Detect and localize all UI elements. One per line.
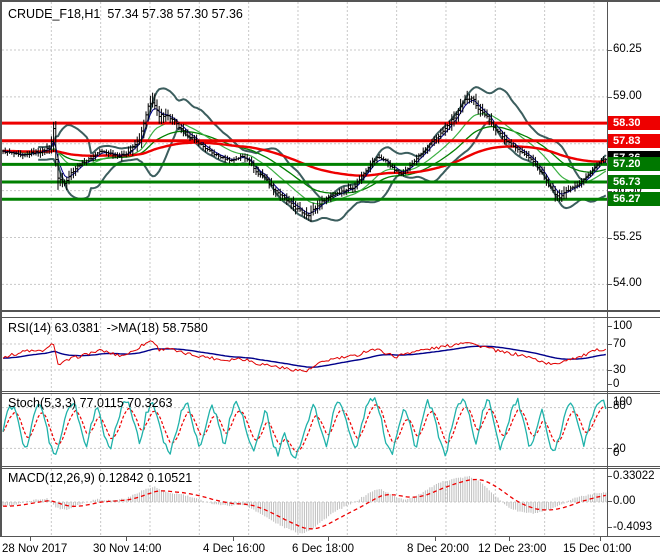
symbol-ohlc-label: CRUDE_F18,H1 57.34 57.38 57.30 57.36 [8, 7, 243, 21]
scale-tick-mark [607, 50, 612, 51]
chart-window: CRUDE_F18,H1 57.34 57.38 57.30 57.36 RSI… [0, 0, 660, 560]
price-tick-label: 54.00 [613, 277, 642, 289]
scale-tick-mark [607, 407, 612, 408]
support-level-badge: 56.27 [608, 192, 660, 206]
main-price-chart[interactable] [2, 2, 607, 310]
time-label: 15 Dec 01:00 [563, 543, 631, 555]
panel-separator[interactable] [0, 391, 660, 392]
rsi-label: RSI(14) 63.0381 ->MA(18) 58.7580 [8, 321, 208, 335]
resistance-level-badge: 57.83 [608, 134, 660, 148]
scale-tick-mark [607, 97, 612, 98]
scale-tick-mark [607, 344, 612, 345]
rsi-tick-label: 100 [613, 320, 632, 332]
macd-label: MACD(12,26,9) 0.12842 0.10521 [8, 471, 192, 485]
time-tick-mark [30, 537, 31, 541]
panel-separator[interactable] [0, 393, 660, 394]
scale-tick-mark [607, 501, 612, 502]
price-tick-label: 55.25 [613, 231, 642, 243]
price-scale-border [607, 0, 608, 537]
time-label: 30 Nov 14:00 [93, 543, 161, 555]
time-tick-mark [600, 537, 601, 541]
scale-tick-mark [607, 370, 612, 371]
panel-separator[interactable] [0, 468, 660, 469]
panel-separator[interactable] [0, 310, 660, 312]
rsi-tick-label: 30 [613, 364, 626, 376]
support-level-badge: 57.20 [608, 157, 660, 171]
window-left-border [0, 0, 2, 537]
time-tick-mark [509, 537, 510, 541]
price-tick-label: 60.25 [613, 43, 642, 55]
time-label: 4 Dec 16:00 [203, 543, 265, 555]
time-label: 28 Nov 2017 [2, 543, 67, 555]
time-label: 8 Dec 20:00 [407, 543, 469, 555]
macd-tick-label: 0.00 [613, 495, 635, 507]
time-tick-mark [435, 537, 436, 541]
time-tick-mark [126, 537, 127, 541]
resistance-level-badge: 58.30 [608, 116, 660, 130]
scale-tick-mark [607, 326, 612, 327]
price-tick-label: 59.00 [613, 90, 642, 102]
scale-tick-mark [607, 527, 612, 528]
panel-separator[interactable] [0, 317, 660, 318]
support-level-badge: 56.73 [608, 175, 660, 189]
rsi-tick-label: 0 [613, 378, 619, 390]
stochastic-tick-label: 0 [613, 447, 619, 459]
window-top-border [0, 0, 660, 2]
rsi-tick-label: 70 [613, 338, 626, 350]
time-label: 12 Dec 23:00 [478, 543, 546, 555]
panel-separator [0, 536, 660, 537]
time-label: 6 Dec 18:00 [292, 543, 354, 555]
scale-tick-mark [607, 284, 612, 285]
macd-tick-label: -0.4093 [613, 521, 652, 533]
scale-tick-mark [607, 384, 612, 385]
scale-tick-mark [607, 476, 612, 477]
time-tick-mark [328, 537, 329, 541]
time-tick-mark [233, 537, 234, 541]
scale-tick-mark [607, 238, 612, 239]
stochastic-label: Stoch(5,3,3) 77.0115 70.3263 [8, 396, 172, 410]
scale-tick-mark [607, 448, 612, 449]
panel-separator[interactable] [0, 466, 660, 467]
macd-tick-label: 0.33022 [613, 470, 655, 482]
stochastic-tick-label: 80 [613, 400, 626, 412]
